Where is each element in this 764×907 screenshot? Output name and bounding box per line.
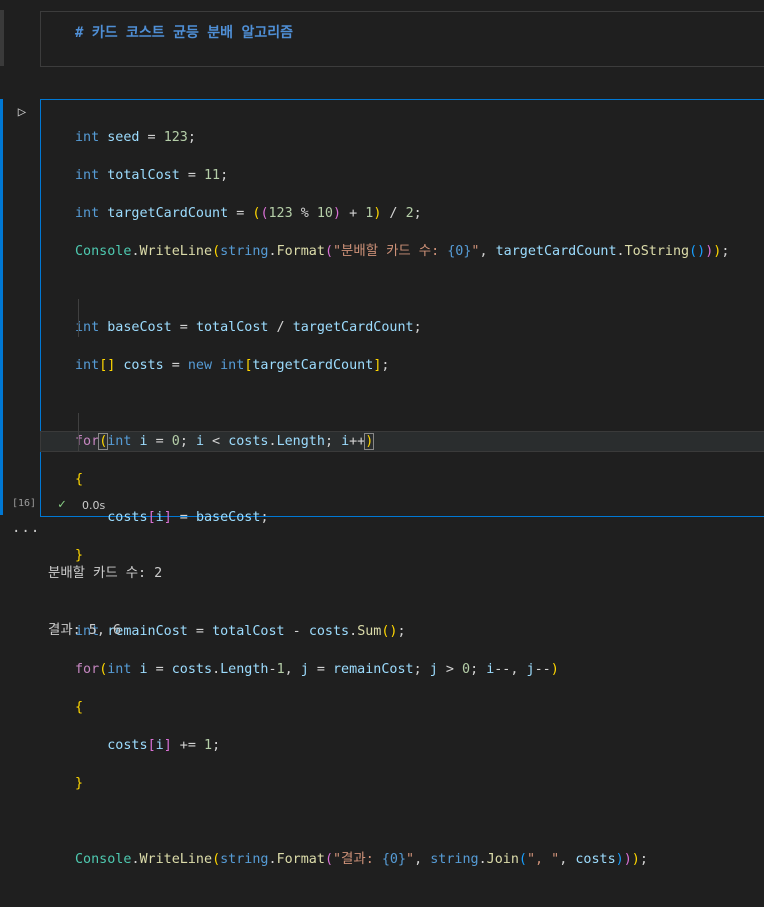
code-line: int remainCost = totalCost - costs.Sum()… <box>75 624 406 639</box>
indent-guide <box>78 299 79 337</box>
code-line-current: for(int i = 0; i < costs.Length; i++) <box>40 431 764 452</box>
output-line: 분배할 카드 수: 2 <box>48 566 163 581</box>
code-cell[interactable]: int seed = 123; int totalCost = 11; int … <box>40 99 764 867</box>
indent-guide <box>78 413 79 451</box>
code-line: { <box>75 700 84 715</box>
code-line: for(int i = costs.Length-1, j = remainCo… <box>75 662 559 677</box>
code-editor[interactable]: int seed = 123; int totalCost = 11; int … <box>40 109 764 907</box>
check-icon: ✓ <box>58 497 66 512</box>
code-line: int[] costs = new int[targetCardCount]; <box>75 358 390 373</box>
code-line: } <box>75 776 84 791</box>
execution-time: 0.0s <box>82 499 106 512</box>
code-line: costs[i] += 1; <box>107 738 221 753</box>
ellipsis-icon[interactable]: ··· <box>12 524 40 540</box>
code-line: { <box>75 472 84 487</box>
code-line: } <box>75 548 84 563</box>
code-line: int targetCardCount = ((123 % 10) + 1) /… <box>75 206 422 221</box>
cell-focus-indicator <box>0 99 3 515</box>
output-line: 결과: 5, 6 <box>48 623 122 638</box>
code-line: int baseCost = totalCost / targetCardCou… <box>75 320 422 335</box>
code-line: Console.WriteLine(string.Format("분배할 카드 … <box>75 244 730 259</box>
play-icon[interactable]: ▷ <box>14 104 30 120</box>
execution-count: [16] <box>12 498 37 509</box>
code-line: int totalCost = 11; <box>75 168 229 183</box>
markdown-cell[interactable]: # 카드 코스트 균등 분배 알고리즘 <box>40 11 764 67</box>
code-line: int seed = 123; <box>75 130 196 145</box>
code-line: costs[i] = baseCost; <box>107 510 269 525</box>
markdown-heading: # 카드 코스트 균등 분배 알고리즘 <box>75 25 294 41</box>
cell-output: 분배할 카드 수: 2 결과: 5, 6 <box>48 526 162 659</box>
markdown-cell-gutter <box>0 10 4 66</box>
code-line: Console.WriteLine(string.Format("결과: {0}… <box>75 852 648 867</box>
